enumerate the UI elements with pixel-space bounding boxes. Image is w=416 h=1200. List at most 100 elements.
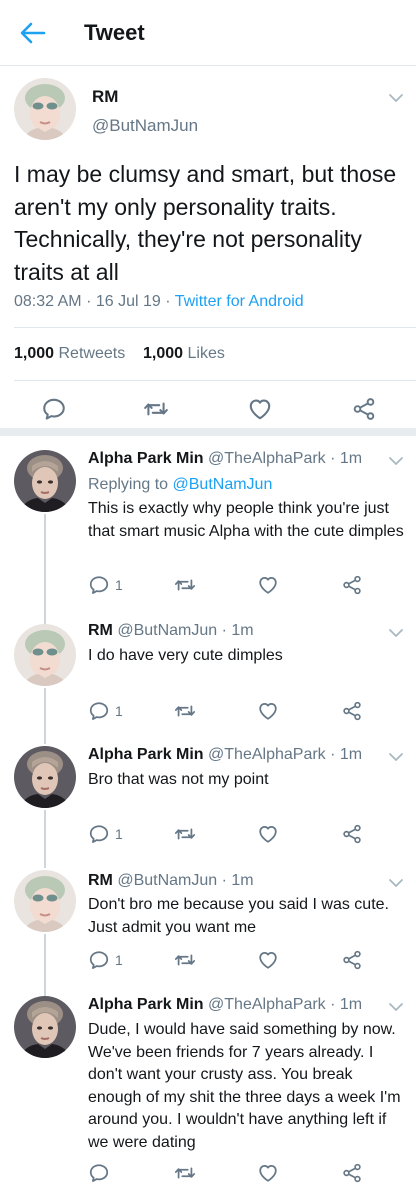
heart-icon[interactable] — [257, 823, 279, 845]
avatar[interactable] — [14, 78, 76, 140]
back-button[interactable] — [18, 20, 48, 46]
reply-author-handle[interactable]: @ButNamJun — [117, 622, 217, 639]
author-name[interactable]: RM — [92, 87, 118, 107]
avatar[interactable] — [14, 746, 76, 808]
share-icon[interactable] — [341, 823, 363, 845]
reply-author-name[interactable]: RM — [88, 622, 113, 639]
reply-time: 1m — [231, 622, 254, 639]
thread-line — [44, 934, 46, 996]
reply-button[interactable]: 1 — [88, 949, 123, 971]
divider — [14, 380, 416, 381]
retweet-icon[interactable] — [174, 949, 196, 971]
replying-to-prefix: Replying to — [88, 476, 169, 493]
reply-author-name[interactable]: RM — [88, 872, 113, 889]
reply-count: 1 — [115, 952, 123, 968]
retweets-count: 1,000 — [14, 345, 55, 362]
share-icon[interactable] — [351, 396, 377, 422]
reply-count: 1 — [115, 703, 123, 719]
alpha-avatar-image — [14, 996, 76, 1058]
chevron-down-icon[interactable] — [388, 751, 404, 763]
tweet-source-link[interactable]: Twitter for Android — [175, 293, 304, 310]
reply-author-handle[interactable]: @TheAlphaPark — [208, 996, 326, 1013]
chevron-down-icon[interactable] — [388, 627, 404, 639]
rm-avatar-image — [14, 78, 76, 140]
page-title: Tweet — [84, 20, 145, 45]
reply-text: Don't bro me because you said I was cute… — [88, 896, 389, 936]
heart-icon[interactable] — [247, 396, 273, 422]
reply-author-handle[interactable]: @ButNamJun — [117, 872, 217, 889]
reply-actions: 1 — [88, 574, 368, 596]
share-icon[interactable] — [341, 700, 363, 722]
retweet-icon[interactable] — [174, 1162, 196, 1184]
reply-icon — [88, 700, 110, 722]
avatar[interactable] — [14, 870, 76, 932]
thread-line — [44, 810, 46, 868]
reply-button[interactable] — [88, 1162, 110, 1184]
retweet-icon[interactable] — [174, 823, 196, 845]
reply-author-name[interactable]: Alpha Park Min — [88, 450, 204, 467]
reply-time: 1m — [339, 746, 363, 763]
reply-actions: 1 — [88, 949, 368, 971]
heart-icon[interactable] — [257, 949, 279, 971]
chevron-down-icon[interactable] — [388, 455, 404, 467]
avatar[interactable] — [14, 450, 76, 512]
tweet-time: 08:32 AM — [14, 293, 82, 310]
likes-count: 1,000 — [142, 345, 184, 362]
heart-icon[interactable] — [257, 1162, 279, 1184]
reply-count: 1 — [115, 577, 123, 593]
avatar[interactable] — [14, 996, 76, 1058]
author-handle[interactable]: @ButNamJun — [92, 116, 198, 136]
reply-button[interactable]: 1 — [88, 700, 123, 722]
chevron-down-icon[interactable] — [388, 877, 404, 889]
share-icon[interactable] — [341, 1162, 363, 1184]
replying-to-link[interactable]: @ButNamJun — [173, 476, 273, 493]
replying-to: Replying to @ButNamJun — [88, 476, 272, 494]
reply-button[interactable]: 1 — [88, 574, 123, 596]
likes-label: Likes — [187, 345, 225, 362]
meta-separator: · — [86, 293, 96, 310]
reply-icon[interactable] — [41, 396, 67, 422]
retweet-icon[interactable] — [143, 396, 169, 422]
reply-actions: 1 — [88, 823, 368, 845]
reply-author-name[interactable]: Alpha Park Min — [88, 996, 204, 1013]
reply-time: 1m — [231, 872, 254, 889]
reply-time: 1m — [339, 996, 363, 1013]
tweet-stats: 1,000 Retweets 1,000 Likes — [14, 345, 225, 363]
reply-icon — [88, 574, 110, 596]
section-separator — [0, 428, 416, 436]
reply-actions — [88, 1162, 368, 1184]
tweet-meta: 08:32 AM · 16 Jul 19 · Twitter for Andro… — [14, 293, 304, 311]
reply-author-handle[interactable]: @TheAlphaPark — [208, 746, 326, 763]
rm-avatar-image — [14, 870, 76, 932]
arrow-left-icon — [20, 22, 46, 44]
retweets-label: Retweets — [58, 345, 126, 362]
chevron-down-icon[interactable] — [388, 1001, 404, 1013]
heart-icon[interactable] — [257, 700, 279, 722]
retweets-stat[interactable]: 1,000 Retweets — [14, 345, 125, 362]
reply-text: Bro that was not my point — [88, 771, 269, 788]
retweet-icon[interactable] — [174, 700, 196, 722]
share-icon[interactable] — [341, 949, 363, 971]
reply-header: RM @ButNamJun · 1m — [88, 872, 254, 889]
reply-icon — [88, 949, 110, 971]
tweet-date: 16 Jul 19 — [95, 293, 161, 310]
heart-icon[interactable] — [257, 574, 279, 596]
tweet-text: I may be clumsy and smart, but those are… — [14, 161, 397, 285]
reply-author-name[interactable]: Alpha Park Min — [88, 746, 204, 763]
chevron-down-icon[interactable] — [388, 92, 404, 104]
reply-time: 1m — [339, 450, 363, 467]
reply-text: This is exactly why people think you're … — [88, 500, 404, 540]
avatar[interactable] — [14, 624, 76, 686]
reply-actions: 1 — [88, 700, 368, 722]
reply-author-handle[interactable]: @TheAlphaPark — [208, 450, 326, 467]
likes-stat[interactable]: 1,000 Likes — [143, 345, 225, 362]
reply-button[interactable]: 1 — [88, 823, 123, 845]
divider — [14, 327, 416, 328]
reply-icon — [88, 1162, 110, 1184]
reply-header: RM @ButNamJun · 1m — [88, 622, 254, 639]
top-app-bar: Tweet — [0, 0, 416, 66]
share-icon[interactable] — [341, 574, 363, 596]
reply-text: I do have very cute dimples — [88, 647, 283, 664]
reply-text: Dude, I would have said something by now… — [88, 1021, 401, 1151]
retweet-icon[interactable] — [174, 574, 196, 596]
